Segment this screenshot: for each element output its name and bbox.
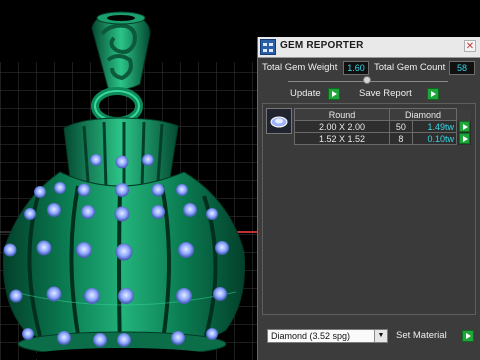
- gem: [213, 287, 227, 301]
- gem: [151, 183, 165, 197]
- gem: [178, 242, 194, 258]
- gem: [215, 241, 229, 255]
- gem: [36, 240, 52, 256]
- save-report-button-label: Save Report: [359, 88, 412, 99]
- panel-title: GEM REPORTER: [280, 40, 364, 51]
- divider-knob[interactable]: [363, 76, 371, 84]
- material-dropdown-value: Diamond (3.52 spg): [271, 331, 351, 341]
- header-diamond: Diamond: [389, 108, 457, 121]
- total-weight-label: Total Gem Weight: [262, 62, 338, 73]
- gem: [46, 286, 62, 302]
- gem: [176, 184, 188, 196]
- gem: [77, 183, 91, 197]
- gem-weight-cell: 0.10tw: [411, 132, 458, 145]
- gem: [206, 328, 218, 340]
- gem: [151, 205, 165, 219]
- gem: [176, 288, 192, 304]
- set-material-button[interactable]: Set Material: [396, 329, 476, 343]
- gem: [93, 333, 107, 347]
- gem: [54, 182, 66, 194]
- gem-count-cell: 8: [389, 132, 413, 145]
- table-row[interactable]: 1.52 X 1.52 8 0.10tw: [294, 132, 471, 145]
- round-gem-thumbnail: [266, 108, 292, 134]
- gem: [81, 205, 95, 219]
- gem: [9, 289, 23, 303]
- material-dropdown[interactable]: Diamond (3.52 spg) ▼: [267, 329, 388, 343]
- play-arrow-icon[interactable]: [459, 121, 470, 132]
- gem: [115, 183, 129, 197]
- set-material-button-label: Set Material: [396, 330, 447, 341]
- gem: [142, 154, 154, 166]
- gem: [115, 243, 133, 261]
- total-count-label: Total Gem Count: [374, 62, 446, 73]
- gem-reporter-panel: GEM REPORTER ✕ Total Gem Weight 1.60 Tot…: [257, 37, 480, 360]
- gem: [118, 288, 134, 304]
- gem: [117, 333, 131, 347]
- gem: [90, 154, 102, 166]
- play-arrow-icon: [427, 88, 439, 100]
- update-button-label: Update: [290, 88, 321, 99]
- gem-count-cell: 50: [389, 120, 413, 133]
- gem-report-area: Round Diamond 2.00 X 2.00 50 1.49tw 1.52…: [262, 103, 476, 315]
- pendant-body: [2, 171, 246, 353]
- panel-titlebar[interactable]: GEM REPORTER ✕: [258, 37, 480, 58]
- play-arrow-icon[interactable]: [459, 133, 470, 144]
- gem: [171, 331, 185, 345]
- table-header-row: Round Diamond: [294, 108, 471, 121]
- gem-size-cell: 2.00 X 2.00: [294, 120, 390, 133]
- gem: [3, 243, 17, 257]
- gem: [22, 328, 34, 340]
- gem: [76, 242, 92, 258]
- save-report-button[interactable]: Save Report: [359, 87, 441, 101]
- gem: [34, 186, 46, 198]
- gem: [84, 288, 100, 304]
- gem: [206, 208, 218, 220]
- header-round: Round: [294, 108, 390, 121]
- gem: [47, 203, 61, 217]
- pendant-neck: [63, 117, 179, 191]
- gem-reporter-app-icon: [260, 39, 276, 55]
- gem-summary-table: Round Diamond 2.00 X 2.00 50 1.49tw 1.52…: [294, 108, 471, 145]
- gem: [114, 206, 130, 222]
- total-weight-value: 1.60: [343, 61, 369, 75]
- gem: [24, 208, 36, 220]
- play-arrow-icon: [328, 88, 340, 100]
- gem: [115, 155, 129, 169]
- gem-size-cell: 1.52 X 1.52: [294, 132, 390, 145]
- update-button[interactable]: Update: [290, 87, 342, 101]
- total-count-value: 58: [449, 61, 475, 75]
- table-row[interactable]: 2.00 X 2.00 50 1.49tw: [294, 120, 471, 133]
- chevron-down-icon[interactable]: ▼: [374, 330, 387, 342]
- gem: [57, 331, 71, 345]
- gem: [183, 203, 197, 217]
- close-icon[interactable]: ✕: [464, 40, 476, 52]
- gem-weight-cell: 1.49tw: [411, 120, 458, 133]
- play-arrow-icon: [462, 330, 474, 342]
